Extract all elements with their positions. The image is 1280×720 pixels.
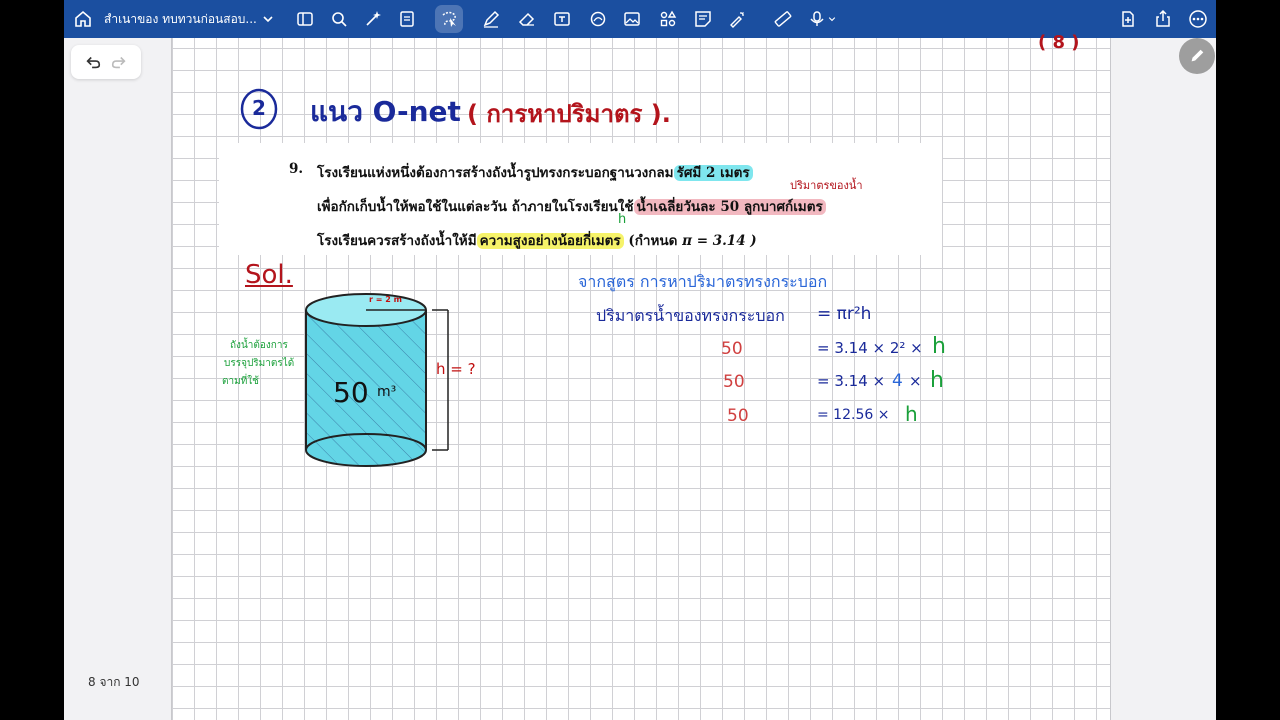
redo-icon[interactable] (108, 51, 130, 73)
ruler-icon[interactable] (771, 7, 795, 31)
image-icon[interactable] (620, 7, 644, 31)
height-annotation: h (618, 212, 627, 227)
search-icon[interactable] (327, 7, 351, 31)
step-3-h: h (905, 402, 918, 426)
side-note-line-3: ตามที่ใช้ (222, 376, 259, 387)
highlight-volume: น้ำเฉลี่ยวันละ 50 ลูกบาศก์เมตร (633, 199, 826, 215)
page-number-note: ( 8 ) (1038, 32, 1080, 53)
problem-line-2-text: เพื่อกักเก็บน้ำให้พอใช้ในแต่ละวัน ถ้าภาย… (317, 199, 634, 215)
formula-lhs: ปริมาตรน้ำของทรงกระบอก (596, 306, 785, 325)
sticky-note-icon[interactable] (691, 7, 715, 31)
header-subtitle: ( การหาปริมาตร ). (467, 100, 671, 128)
header-title: แนว O-net (310, 95, 461, 128)
pen-icon[interactable] (479, 7, 503, 31)
floating-pen-icon (1191, 49, 1204, 62)
problem-line-3: โรงเรียนควรสร้างถังน้ำให้มี ความสูงอย่างน… (317, 229, 757, 251)
magic-icon[interactable] (361, 7, 385, 31)
document-title[interactable]: สำเนาของ ทบทวนก่อนสอบ... (104, 10, 257, 29)
height-question-label: h = ? (436, 360, 476, 378)
problem-line-3-text: โรงเรียนควรสร้างถังน้ำให้มี (317, 233, 477, 249)
shape-icon[interactable] (586, 7, 610, 31)
highlight-radius: รัศมี 2 เมตร (673, 165, 753, 181)
more-icon[interactable] (1186, 7, 1210, 31)
problem-line-1-text: โรงเรียนแห่งหนึ่งต้องการสร้างถังน้ำรูปทร… (317, 165, 674, 181)
page-indicator: 8 จาก 10 (80, 670, 148, 695)
highlight-height: ความสูงอย่างน้อยกี่เมตร (476, 233, 624, 249)
laser-icon[interactable] (725, 7, 749, 31)
volume-annotation: ปริมาตรของน้ำ (790, 179, 863, 192)
eraser-icon[interactable] (515, 7, 539, 31)
cylinder-volume-value: 50 (333, 376, 369, 409)
elements-icon[interactable] (656, 7, 680, 31)
formula-rhs: = πr²h (817, 304, 872, 324)
problem-line-1: โรงเรียนแห่งหนึ่งต้องการสร้างถังน้ำรูปทร… (317, 161, 753, 183)
problem-number: 9. (289, 161, 304, 177)
step-2-rhs: = 3.14 × (817, 372, 886, 390)
chevron-down-icon[interactable] (256, 7, 280, 31)
scan-icon[interactable] (395, 7, 419, 31)
step-1-rhs: = 3.14 × 2² × (817, 339, 923, 357)
text-icon[interactable] (550, 7, 574, 31)
step-2-lhs: 50 (723, 372, 745, 392)
side-note-line-1: ถังน้ำต้องการ (230, 340, 288, 351)
side-note-line-2: บรรจุปริมาตรได้ (224, 358, 295, 369)
step-2-middle: 4 (892, 371, 903, 391)
step-1-lhs: 50 (721, 339, 743, 359)
new-page-icon[interactable] (1116, 7, 1140, 31)
header-number: 2 (252, 96, 266, 120)
solution-label: Sol. (245, 260, 293, 290)
step-2-times: × (909, 372, 922, 390)
home-icon[interactable] (71, 7, 95, 31)
step-1-h: h (932, 334, 946, 359)
problem-line-2: เพื่อกักเก็บน้ำให้พอใช้ในแต่ละวัน ถ้าภาย… (317, 195, 826, 217)
radius-label: r = 2 m (369, 295, 402, 304)
step-3-rhs: = 12.56 × (817, 407, 890, 423)
formula-title: จากสูตร การหาปริมาตรทรงกระบอก (578, 272, 828, 291)
problem-pi-value: π = 3.14 ) (682, 233, 757, 249)
mic-chevron-icon[interactable] (825, 7, 839, 31)
undo-redo-group (71, 45, 141, 79)
floating-pen-button[interactable] (1179, 38, 1215, 74)
step-2-h: h (930, 368, 944, 393)
undo-icon[interactable] (82, 51, 104, 73)
cylinder-volume-unit: m³ (377, 384, 397, 400)
share-icon[interactable] (1151, 7, 1175, 31)
problem-given-label: (กำหนด (628, 233, 678, 249)
sidebar-icon[interactable] (293, 7, 317, 31)
step-3-lhs: 50 (727, 406, 749, 426)
problem-box: 9. โรงเรียนแห่งหนึ่งต้องการสร้างถังน้ำรู… (219, 143, 942, 255)
notes-app: สำเนาของ ทบทวนก่อนสอบ... (8) 2 แนว O-n… (64, 0, 1216, 720)
notebook-page[interactable]: ( 8 ) 2 แนว O-net ( การหาปริมาตร ). 9. โ… (171, 32, 1111, 720)
lasso-icon[interactable] (435, 5, 463, 33)
